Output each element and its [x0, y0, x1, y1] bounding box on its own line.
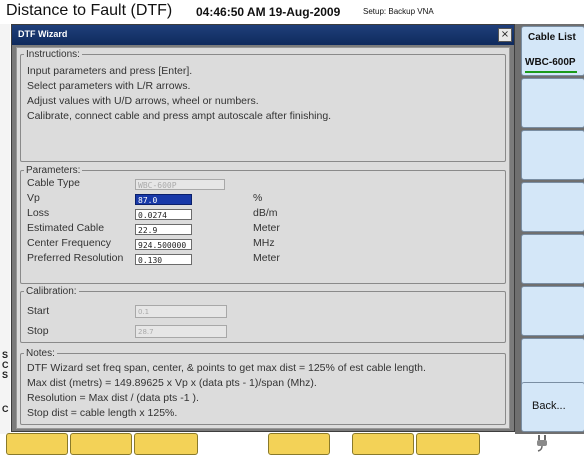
bottom-tab-6[interactable] [416, 433, 480, 455]
preferred-resolution-unit: Meter [253, 252, 280, 264]
bottom-tab-1[interactable] [6, 433, 68, 455]
param-label-loss: Loss [27, 207, 50, 219]
softkey-6[interactable] [521, 286, 584, 336]
param-label-cable-type: Cable Type [27, 177, 80, 189]
note-line: Resolution = Max dist / (data pts -1 ). [27, 392, 199, 404]
note-line: Stop dist = cable length x 125%. [27, 407, 178, 419]
dialog-titlebar: DTF Wizard × [12, 25, 514, 45]
dialog-title: DTF Wizard [18, 29, 68, 39]
softkey-label: Cable List [528, 32, 576, 43]
cable-type-field: WBC-600P [135, 179, 225, 190]
background-fragment: S [2, 350, 9, 360]
preferred-resolution-field[interactable]: 0.130 [135, 254, 192, 265]
selection-underline [525, 71, 577, 73]
instruction-line: Adjust values with U/D arrows, wheel or … [27, 95, 259, 107]
calibration-stop-label: Stop [27, 325, 49, 337]
param-label-estimated-cable: Estimated Cable [27, 222, 105, 234]
param-label-vp: Vp [27, 192, 40, 204]
instructions-group: Instructions: Input parameters and press… [20, 49, 506, 162]
dialog-body: Instructions: Input parameters and press… [16, 47, 510, 429]
notes-legend: Notes: [24, 348, 57, 359]
instruction-line: Select parameters with L/R arrows. [27, 80, 191, 92]
softkey-3[interactable] [521, 130, 584, 180]
softkey-7[interactable] [521, 338, 584, 388]
softkey-4[interactable] [521, 182, 584, 232]
instruction-line: Calibrate, connect cable and press ampt … [27, 110, 332, 122]
bottom-tab-strip [0, 430, 515, 455]
bottom-tab-4[interactable] [268, 433, 330, 455]
softkey-2[interactable] [521, 78, 584, 128]
softkey-value: WBC-600P [525, 57, 576, 68]
softkey-back[interactable]: Back... [521, 382, 584, 432]
bottom-tab-2[interactable] [70, 433, 132, 455]
calibration-legend: Calibration: [24, 286, 79, 297]
parameters-legend: Parameters: [24, 165, 83, 176]
center-frequency-unit: MHz [253, 237, 275, 249]
app-title: Distance to Fault (DTF) [6, 2, 173, 19]
loss-unit: dB/m [253, 207, 278, 219]
estimated-cable-field[interactable]: 22.9 [135, 224, 192, 235]
notes-group: Notes: DTF Wizard set freq span, center,… [20, 348, 506, 425]
instruction-line: Input parameters and press [Enter]. [27, 65, 193, 77]
dtf-wizard-dialog: DTF Wizard × Instructions: Input paramet… [11, 24, 515, 432]
softkey-cable-list[interactable]: Cable List WBC-600P [521, 26, 584, 76]
note-line: Max dist (metrs) = 149.89625 x Vp x (dat… [27, 377, 317, 389]
background-fragment: C [2, 360, 9, 370]
background-fragment: S [2, 370, 9, 380]
back-label: Back... [532, 400, 566, 412]
background-panel: S C S C [0, 24, 10, 434]
param-label-preferred-resolution: Preferred Resolution [27, 252, 124, 264]
datetime: 04:46:50 AM 19-Aug-2009 [196, 5, 341, 19]
instructions-legend: Instructions: [24, 49, 82, 60]
bottom-tab-5[interactable] [352, 433, 414, 455]
vp-unit: % [253, 192, 263, 204]
close-button[interactable]: × [498, 28, 512, 42]
softkey-panel: Cable List WBC-600P Back... [515, 24, 584, 434]
setup-label: Setup: Backup VNA [363, 7, 434, 16]
calibration-stop-field: 28.7 [135, 325, 227, 338]
param-label-center-frequency: Center Frequency [27, 237, 112, 249]
status-bar: Distance to Fault (DTF) 04:46:50 AM 19-A… [0, 0, 584, 24]
note-line: DTF Wizard set freq span, center, & poin… [27, 362, 426, 374]
vp-field[interactable]: 87.0 [135, 194, 192, 205]
estimated-cable-unit: Meter [253, 222, 280, 234]
loss-field[interactable]: 0.0274 [135, 209, 192, 220]
center-frequency-field[interactable]: 924.500000 [135, 239, 192, 250]
parameters-group: Parameters: Cable Type WBC-600P Vp 87.0 … [20, 165, 506, 284]
plug-icon [537, 435, 547, 452]
calibration-start-label: Start [27, 305, 50, 317]
calibration-start-field: 0.1 [135, 305, 227, 318]
softkey-5[interactable] [521, 234, 584, 284]
calibration-group: Calibration: Start 0.1 Stop 28.7 [20, 286, 506, 343]
bottom-tab-3[interactable] [134, 433, 198, 455]
background-fragment: C [2, 404, 9, 414]
